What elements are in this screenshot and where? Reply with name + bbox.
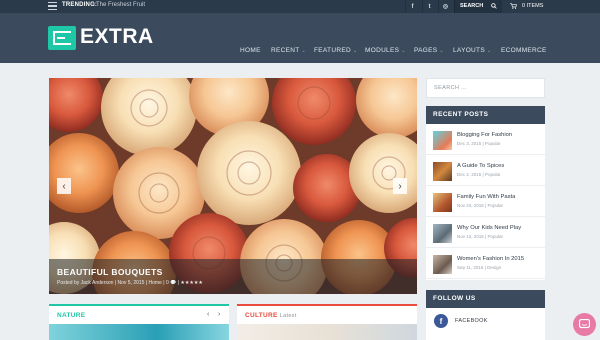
recent-posts-title: RECENT POSTS [433,111,489,118]
nav-label: FEATURED [314,47,351,54]
chat-button[interactable] [573,313,596,336]
top-bar: TRENDING: The Freshest Fruit f t ◎ SEARC… [0,0,600,13]
chevron-down-icon: ⌄ [439,48,444,54]
follow-us-header: FOLLOW US [426,290,545,308]
post-thumbnail[interactable] [433,131,452,150]
nav-label: PAGES [414,47,438,54]
nav-item-recent[interactable]: RECENT ⌄ [271,47,306,54]
nav-item-home[interactable]: HOME [240,47,261,54]
trending-headline[interactable]: The Freshest Fruit [96,2,145,8]
logo-text[interactable]: EXTRA [80,25,154,49]
chevron-down-icon: ⌄ [301,48,307,54]
list-item[interactable]: Blogging For Fashion Dec 3, 2015 | Popul… [426,124,545,155]
cart-icon [510,3,517,9]
chevron-down-icon: ⌄ [352,48,358,54]
nav-label: HOME [240,47,261,54]
chevron-down-icon: ⌄ [486,48,492,54]
post-meta: Nov 13, 2015 | Popular [457,234,503,239]
post-meta: Dec 2, 2015 | Popular [457,172,501,177]
chat-icon [579,319,590,329]
slider-meta: Posted by Jack Anderson | Nov 5, 2015 | … [57,280,203,286]
slider-next-arrow[interactable]: › [393,178,407,194]
hamburger-menu-icon[interactable] [48,2,57,10]
tile-next-icon[interactable]: › [218,311,220,318]
tile-title[interactable]: CULTURE Latest [245,312,297,319]
facebook-icon[interactable]: f [434,314,448,328]
nav-label: MODULES [365,47,400,54]
slider-title[interactable]: BEAUTIFUL BOUQUETS [57,267,163,277]
search-icon[interactable] [491,3,497,9]
slider-caption: BEAUTIFUL BOUQUETS Posted by Jack Anders… [49,259,417,294]
nav-item-ecommerce[interactable]: ECOMMERCE [501,47,547,54]
category-tile-nature: NATURE ‹ › [49,304,229,340]
nav-label: LAYOUTS [453,47,485,54]
category-tile-culture: CULTURE Latest [237,304,417,340]
sidebar-search-input[interactable]: SEARCH ... [426,78,545,98]
slider-prev-arrow[interactable]: ‹ [57,178,71,194]
nav-item-featured[interactable]: FEATURED ⌄ [314,47,357,54]
post-title[interactable]: Family Fun With Pasta [457,194,515,200]
follow-facebook-link[interactable]: FACEBOOK [455,318,488,324]
top-search-field[interactable]: SEARCH [454,0,502,13]
post-meta: Nov 23, 2015 | Popular [457,203,503,208]
cart-button[interactable]: 0 ITEMS [508,0,548,13]
logo-mark[interactable] [48,26,76,50]
follow-us-title: FOLLOW US [433,295,476,302]
recent-posts-header: RECENT POSTS [426,106,545,124]
nav-item-pages[interactable]: PAGES ⌄ [414,47,444,54]
search-placeholder: SEARCH ... [434,85,468,91]
post-thumbnail[interactable] [433,255,452,274]
tile-subtitle: Latest [279,313,297,319]
cart-items-count: 0 ITEMS [522,3,544,9]
tile-title[interactable]: NATURE [57,312,85,319]
recent-posts-list: Blogging For Fashion Dec 3, 2015 | Popul… [426,124,545,280]
list-item[interactable]: Family Fun With Pasta Nov 23, 2015 | Pop… [426,186,545,217]
tile-accent-bar [237,304,417,306]
tile-title-text: CULTURE [245,312,278,319]
post-meta: Sep 11, 2015 | Design [457,265,502,270]
instagram-icon[interactable]: ◎ [438,0,452,13]
follow-us-list: f FACEBOOK [426,308,545,340]
tile-image[interactable] [237,324,417,340]
twitter-icon[interactable]: t [422,0,436,13]
tile-accent-bar [49,304,229,306]
list-item[interactable]: Why Our Kids Need Play Nov 13, 2015 | Po… [426,217,545,248]
nav-item-modules[interactable]: MODULES ⌄ [365,47,406,54]
post-title[interactable]: Why Our Kids Need Play [457,225,521,231]
list-item[interactable]: Women's Fashion In 2015 Sep 11, 2015 | D… [426,248,545,279]
trending-label: TRENDING: [62,2,98,8]
nav-item-layouts[interactable]: LAYOUTS ⌄ [453,47,491,54]
site-header: EXTRA HOME RECENT ⌄ FEATURED ⌄ MODULES ⌄ PA… [0,13,600,63]
post-thumbnail[interactable] [433,224,452,243]
top-search-label: SEARCH [460,3,484,9]
facebook-icon[interactable]: f [405,0,419,13]
tile-image[interactable] [49,324,229,340]
post-title[interactable]: Blogging For Fashion [457,132,512,138]
post-title[interactable]: Women's Fashion In 2015 [457,256,524,262]
tile-prev-icon[interactable]: ‹ [207,311,209,318]
post-title[interactable]: A Guide To Spices [457,163,504,169]
list-item[interactable]: A Guide To Spices Dec 2, 2015 | Popular [426,155,545,186]
nav-label: ECOMMERCE [501,47,547,54]
post-meta: Dec 3, 2015 | Popular [457,141,501,146]
nav-label: RECENT [271,47,300,54]
post-thumbnail[interactable] [433,162,452,181]
post-thumbnail[interactable] [433,193,452,212]
chevron-down-icon: ⌄ [401,48,406,54]
